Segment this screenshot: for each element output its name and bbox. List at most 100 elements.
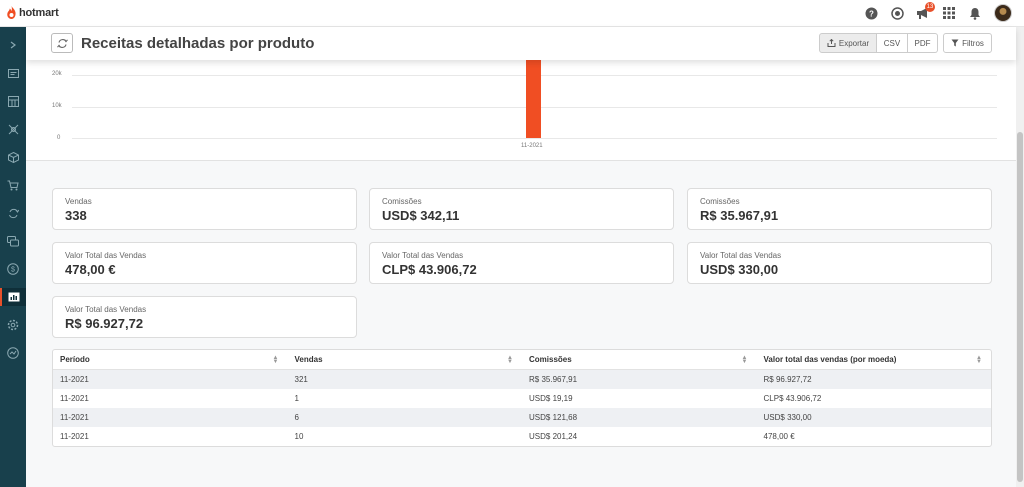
filters-button[interactable]: Filtros [943,33,992,53]
sort-icon[interactable]: ▲ ▼ [742,355,748,365]
main-content: Receitas detalhadas por produto Exportar… [26,27,1016,487]
column-header-valor-total[interactable]: Valor total das vendas (por moeda) ▲ ▼ [757,350,992,369]
stat-card-vendas: Vendas 338 [52,188,357,230]
stat-value: USD$ 342,11 [382,208,460,223]
table-row: 11-2021 10 USD$ 201,24 478,00 € [53,427,991,446]
svg-text:$: $ [11,267,15,274]
stat-value: USD$ 330,00 [700,262,779,277]
stat-value: 338 [65,208,87,223]
stat-label: Comissões [382,197,422,206]
stat-label: Vendas [65,197,92,206]
svg-text:?: ? [869,9,874,18]
stat-value: R$ 35.967,91 [700,208,779,223]
box-icon[interactable] [0,148,26,166]
cell-valor-total: CLP$ 43.906,72 [763,394,822,403]
table-row: 11-2021 1 USD$ 19,19 CLP$ 43.906,72 [53,389,991,408]
revenue-table: Período ▲ ▼ Vendas ▲ ▼ Comissões ▲ ▼ Valor tot… [52,349,992,447]
notifications-megaphone-icon[interactable]: 13 [916,2,935,20]
filters-label: Filtros [962,38,984,48]
filter-icon [951,39,959,47]
cell-periodo: 11-2021 [60,394,89,403]
table-row: 11-2021 321 R$ 35.967,91 R$ 96.927,72 [53,370,991,389]
refresh-button[interactable] [51,33,73,53]
sort-icon[interactable]: ▲ ▼ [507,355,513,365]
cell-comissoes: USD$ 121,68 [529,413,578,422]
hotmart-flame-icon [7,6,16,19]
table-header-row: Período ▲ ▼ Vendas ▲ ▼ Comissões ▲ ▼ Valor tot… [53,350,991,370]
refresh-icon [56,38,68,48]
stat-value: 478,00 € [65,262,116,277]
column-header-label: Período [60,355,90,364]
cell-comissoes: USD$ 201,24 [529,432,578,441]
stat-card-total-usd: Valor Total das Vendas USD$ 330,00 [687,242,992,284]
stat-card-total-eur: Valor Total das Vendas 478,00 € [52,242,357,284]
stat-card-comissoes-brl: Comissões R$ 35.967,91 [687,188,992,230]
support-icon[interactable] [890,6,904,20]
marketplace-icon[interactable] [0,344,26,362]
stat-value: R$ 96.927,72 [65,316,144,331]
top-navigation-bar: hotmart ? 13 [0,0,1024,27]
stat-card-comissoes-usd: Comissões USD$ 342,11 [369,188,674,230]
cell-periodo: 11-2021 [60,413,89,422]
column-header-label: Comissões [529,355,572,364]
expand-chevron-icon[interactable] [0,36,26,54]
hotmart-logo[interactable]: hotmart [6,6,59,19]
y-tick-label: 0 [57,135,61,141]
cell-vendas: 321 [294,375,308,384]
money-icon[interactable]: $ [0,260,26,278]
stat-label: Valor Total das Vendas [65,305,147,314]
cell-valor-total: R$ 96.927,72 [763,375,812,384]
report-header: Receitas detalhadas por produto Exportar… [26,27,1016,60]
cell-comissoes: USD$ 19,19 [529,394,573,403]
reports-icon[interactable] [0,288,26,306]
cell-valor-total: 478,00 € [763,432,795,441]
column-header-label: Vendas [294,355,323,364]
table-row: 11-2021 6 USD$ 121,68 USD$ 330,00 [53,408,991,427]
cell-comissoes: R$ 35.967,91 [529,375,578,384]
stat-card-total-brl: Valor Total das Vendas R$ 96.927,72 [52,296,357,338]
user-avatar[interactable] [994,4,1012,22]
csv-button[interactable]: CSV [877,33,908,53]
scrollbar-thumb[interactable] [1017,132,1023,482]
vertical-scrollbar[interactable] [1016,27,1024,487]
cell-periodo: 11-2021 [60,375,89,384]
column-header-periodo[interactable]: Período ▲ ▼ [53,350,288,369]
bell-icon[interactable] [968,6,982,20]
cell-valor-total: USD$ 330,00 [763,413,812,422]
cell-vendas: 1 [294,394,299,403]
y-tick-label: 10k [52,103,62,109]
stat-label: Valor Total das Vendas [700,251,782,260]
brand-name: hotmart [19,6,59,19]
pdf-button[interactable]: PDF [908,33,938,53]
export-button[interactable]: Exportar [819,33,877,53]
network-icon[interactable] [0,120,26,138]
cell-periodo: 11-2021 [60,432,89,441]
chat-icon[interactable] [0,232,26,250]
help-icon[interactable]: ? [864,6,878,20]
stat-label: Valor Total das Vendas [65,251,147,260]
chart-panel: Receitas detalhadas por produto Exportar… [26,27,1016,161]
calendar-icon[interactable] [0,92,26,110]
sort-icon[interactable]: ▲ ▼ [976,355,982,365]
y-tick-label: 20k [52,71,62,77]
export-icon [827,39,836,47]
sidebar: $ [0,27,26,487]
notification-badge: 13 [925,2,935,12]
stat-label: Valor Total das Vendas [382,251,464,260]
apps-grid-icon[interactable] [942,6,956,20]
stat-value: CLP$ 43.906,72 [382,262,477,277]
settings-icon[interactable] [0,316,26,334]
refresh-sync-icon[interactable] [0,204,26,222]
dashboard-icon[interactable] [0,64,26,82]
sort-icon[interactable]: ▲ ▼ [273,355,279,365]
cart-icon[interactable] [0,176,26,194]
cell-vendas: 10 [294,432,304,441]
stat-card-total-clp: Valor Total das Vendas CLP$ 43.906,72 [369,242,674,284]
x-tick-label: 11-2021 [521,143,543,149]
gridline [72,138,997,139]
chart-bar-11-2021[interactable] [526,57,541,138]
page-title: Receitas detalhadas por produto [81,35,315,52]
stat-label: Comissões [700,197,740,206]
column-header-vendas[interactable]: Vendas ▲ ▼ [288,350,523,369]
column-header-comissoes[interactable]: Comissões ▲ ▼ [522,350,757,369]
